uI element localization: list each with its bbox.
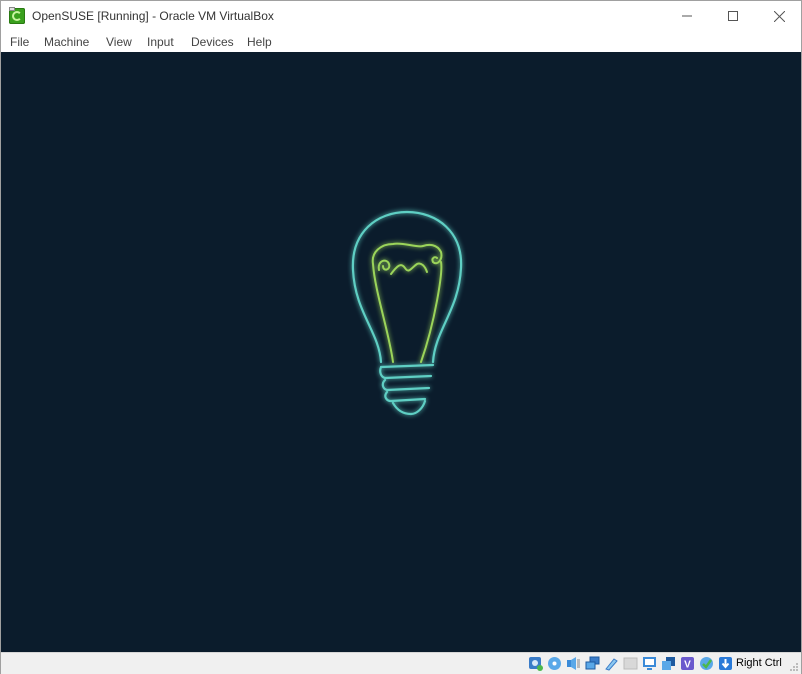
menu-devices[interactable]: Devices xyxy=(191,35,234,49)
menu-input[interactable]: Input xyxy=(147,35,174,49)
svg-text:V: V xyxy=(684,660,691,671)
maximize-icon xyxy=(728,11,738,21)
mouse-integration-icon[interactable] xyxy=(718,656,733,671)
virtualbox-opensuse-icon[interactable] xyxy=(9,7,25,24)
video-capture-icon[interactable] xyxy=(661,656,676,671)
close-button[interactable] xyxy=(756,1,802,31)
hard-disk-icon[interactable] xyxy=(528,656,543,671)
menu-help[interactable]: Help xyxy=(247,35,272,49)
minimize-icon xyxy=(682,15,692,17)
guest-additions-icon[interactable] xyxy=(699,656,714,671)
display-icon[interactable] xyxy=(642,656,657,671)
menu-file[interactable]: File xyxy=(10,35,29,49)
status-bar: V Right Ctrl xyxy=(1,652,801,674)
bulb-screw-base xyxy=(379,363,435,416)
minimize-button[interactable] xyxy=(664,1,710,31)
network-icon[interactable] xyxy=(585,656,600,671)
opensuse-lightbulb-graphic xyxy=(351,210,463,416)
window-title: OpenSUSE [Running] - Oracle VM VirtualBo… xyxy=(32,9,274,23)
audio-icon[interactable] xyxy=(566,656,581,671)
vt-x-icon[interactable]: V xyxy=(680,656,695,671)
menu-view[interactable]: View xyxy=(106,35,132,49)
shared-folders-icon[interactable] xyxy=(623,656,638,671)
close-icon xyxy=(773,10,785,22)
title-bar[interactable]: OpenSUSE [Running] - Oracle VM VirtualBo… xyxy=(1,1,801,31)
vm-display[interactable] xyxy=(1,52,801,652)
host-key-label: Right Ctrl xyxy=(736,657,782,669)
maximize-button[interactable] xyxy=(710,1,756,31)
usb-icon[interactable] xyxy=(604,656,619,671)
virtualbox-window: OpenSUSE [Running] - Oracle VM VirtualBo… xyxy=(0,0,802,674)
menu-bar: File Machine View Input Devices Help xyxy=(1,31,801,52)
resize-grip-icon[interactable] xyxy=(789,662,799,672)
bulb-outline xyxy=(351,210,463,364)
menu-machine[interactable]: Machine xyxy=(44,35,89,49)
optical-drive-icon[interactable] xyxy=(547,656,562,671)
